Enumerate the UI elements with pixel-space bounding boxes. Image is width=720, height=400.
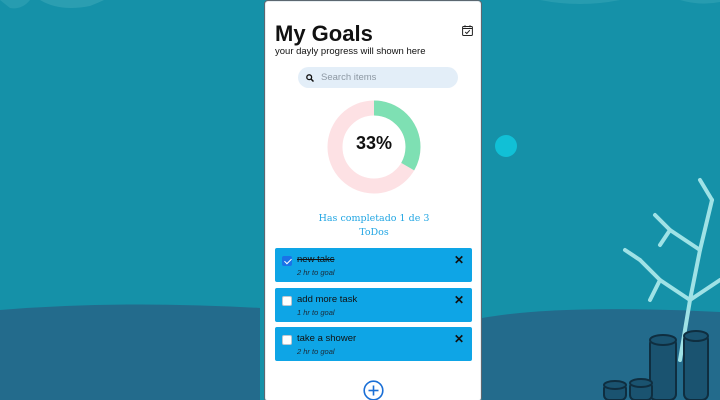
todo-item[interactable]: new takc 2 hr to goal ✕ xyxy=(275,248,472,282)
todo-name: add more task xyxy=(297,294,358,305)
search-input[interactable] xyxy=(321,72,441,83)
bubble xyxy=(495,135,517,157)
progress-percent: 33% xyxy=(355,133,393,153)
todo-item[interactable]: take a shower 2 hr to goal ✕ xyxy=(275,327,472,361)
progress-status-line2: ToDos xyxy=(359,227,389,238)
todo-checkbox[interactable] xyxy=(282,335,292,345)
plus-circle-icon[interactable] xyxy=(363,380,384,400)
page-title: My Goals xyxy=(275,21,373,46)
progress-status: Has completado 1 de 3 ToDos xyxy=(289,212,459,240)
close-icon[interactable]: ✕ xyxy=(454,293,464,307)
close-icon[interactable]: ✕ xyxy=(454,253,464,267)
seabed-wave xyxy=(0,304,260,400)
todo-checkbox[interactable] xyxy=(282,296,292,306)
search-icon xyxy=(306,73,314,82)
progress-status-line1: Has completado 1 de 3 xyxy=(318,213,430,224)
todo-name: take a shower xyxy=(297,333,357,344)
page-subtitle: your dayly progress will shown here xyxy=(275,46,426,57)
goals-panel: My Goals your dayly progress will shown … xyxy=(264,0,482,400)
search-bar[interactable] xyxy=(298,67,458,88)
todo-meta: 2 hr to goal xyxy=(297,347,335,356)
todo-meta: 2 hr to goal xyxy=(297,268,335,277)
close-icon[interactable]: ✕ xyxy=(454,332,464,346)
todo-meta: 1 hr to goal xyxy=(297,308,335,317)
todo-name: new takc xyxy=(297,254,335,265)
calendar-check-icon[interactable] xyxy=(462,25,473,36)
todo-item[interactable]: add more task 1 hr to goal ✕ xyxy=(275,288,472,322)
todo-checkbox[interactable] xyxy=(282,256,292,266)
